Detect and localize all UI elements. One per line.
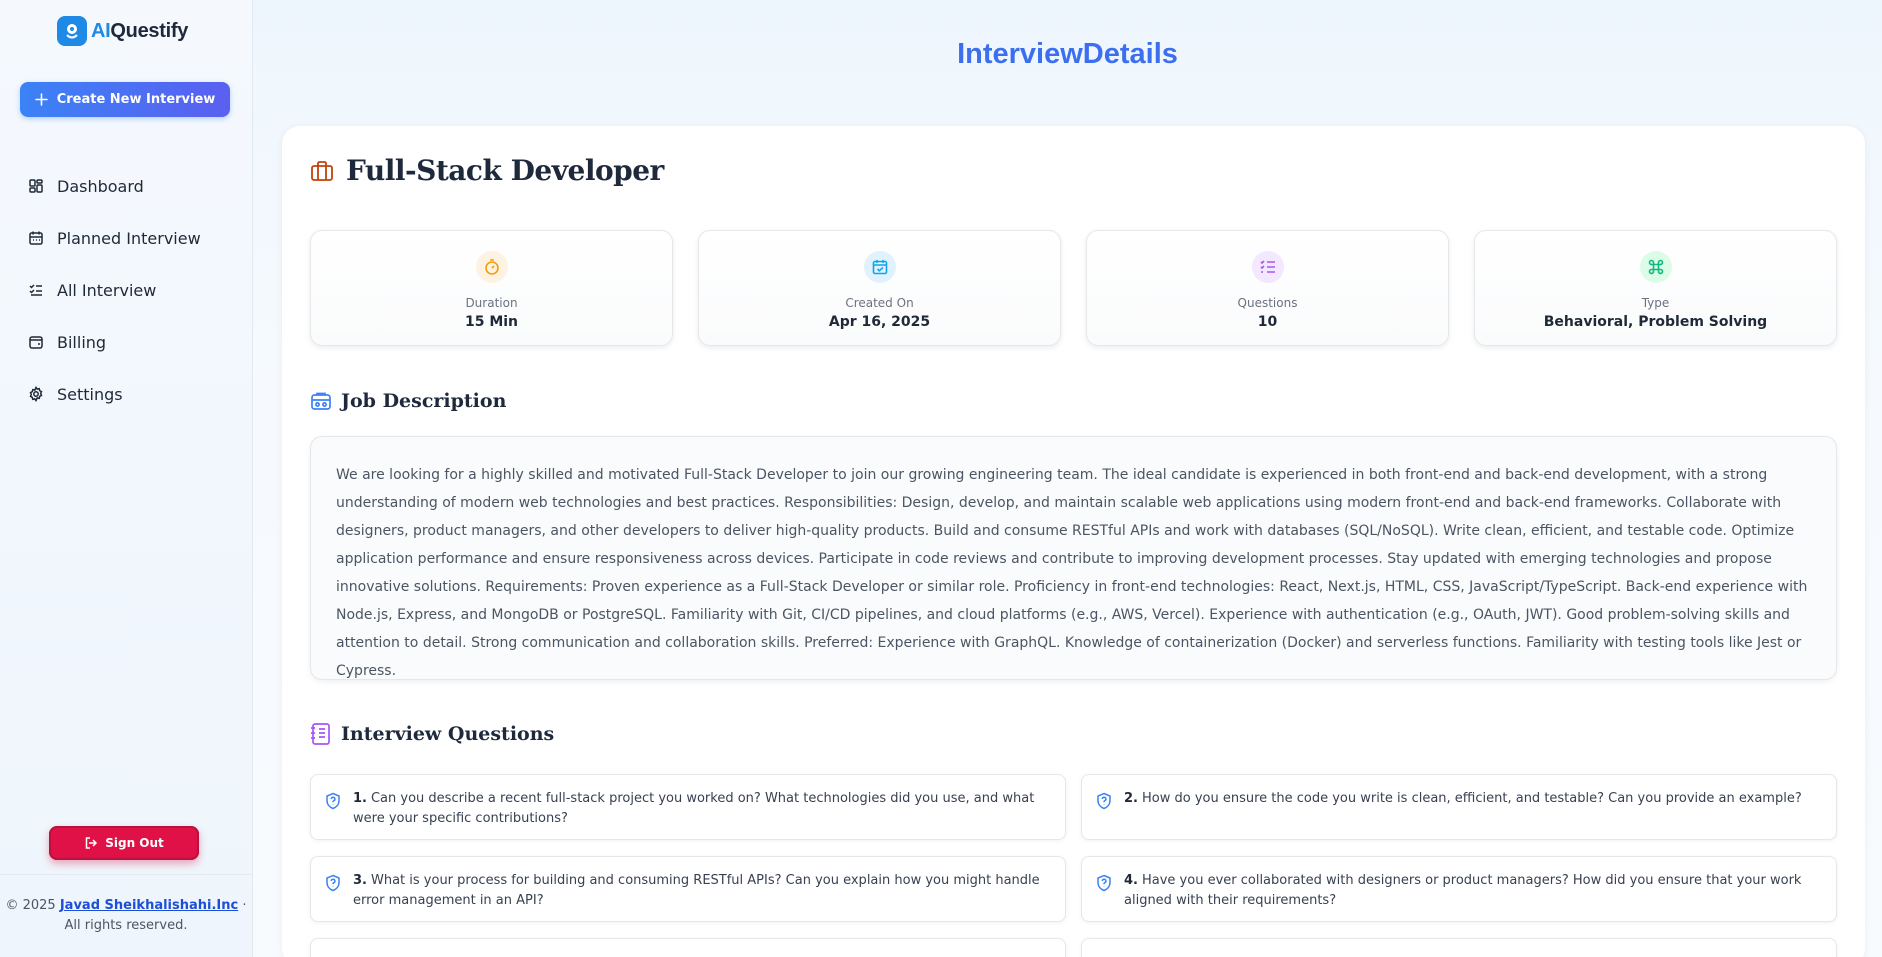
question-card[interactable]: 2. How do you ensure the code you write i…	[1081, 774, 1837, 840]
sidebar-item-dashboard[interactable]: Dashboard	[28, 160, 201, 212]
stat-value: Apr 16, 2025	[828, 314, 931, 330]
notebook-icon	[311, 723, 330, 745]
question-text: 3. What is your process for building and …	[353, 873, 1040, 908]
briefcase-icon	[311, 160, 333, 181]
question-text: 2. How do you ensure the code you write i…	[1124, 791, 1802, 806]
wallet-icon	[29, 336, 43, 349]
stat-duration: Duration 15 Min	[310, 230, 673, 346]
stat-value: Behavioral, Problem Solving	[1543, 314, 1768, 330]
role-title: Full-Stack Developer	[346, 154, 664, 187]
stat-label: Created On	[845, 296, 914, 310]
gear-icon	[29, 386, 43, 402]
question-card[interactable]: 4. Have you ever collaborated with design…	[1081, 856, 1837, 922]
timer-icon	[475, 251, 508, 283]
question-text: 1. Can you describe a recent full-stack p…	[353, 791, 1035, 826]
questions-grid: 1. Can you describe a recent full-stack p…	[310, 774, 1837, 957]
sidebar-item-label: Billing	[57, 332, 107, 352]
job-description-icon	[311, 392, 331, 410]
question-card[interactable]: 3. What is your process for building and …	[310, 856, 1066, 922]
role-header: Full-Stack Developer	[310, 154, 664, 187]
calendar-check-icon	[863, 251, 896, 283]
list-check-icon	[29, 284, 42, 296]
interview-questions-header: Interview Questions	[310, 722, 554, 746]
company-link[interactable]: Javad Sheikhalishahi.Inc	[60, 898, 238, 913]
sidebar: AIQuestify Create New Interview Dashboar…	[0, 0, 253, 957]
list-icon	[1251, 251, 1284, 283]
job-description-header: Job Description	[310, 390, 506, 412]
sidebar-item-billing[interactable]: Billing	[28, 316, 201, 368]
stat-label: Questions	[1237, 296, 1298, 310]
question-card-partial[interactable]	[1081, 938, 1837, 957]
plus-icon	[34, 93, 48, 106]
stat-label: Duration	[465, 296, 518, 310]
question-card[interactable]: 1. Can you describe a recent full-stack p…	[310, 774, 1066, 840]
command-icon	[1639, 251, 1672, 283]
sign-out-label: Sign Out	[105, 836, 164, 850]
rights-text: All rights reserved.	[64, 918, 188, 933]
sidebar-nav: Dashboard Planned Interview All Intervie…	[28, 160, 201, 420]
copyright: © 2025 Javad Sheikhalishahi.Inc · All ri…	[0, 896, 252, 936]
dashboard-icon	[29, 179, 43, 193]
question-card-partial[interactable]	[310, 938, 1066, 957]
logout-icon	[85, 837, 98, 849]
stat-label: Type	[1641, 296, 1670, 310]
job-description-heading: Job Description	[341, 390, 507, 412]
sign-out-button[interactable]: Sign Out	[49, 826, 199, 860]
sidebar-item-all-interview[interactable]: All Interview	[28, 264, 201, 316]
stats-row: Duration 15 Min Created On Apr 16, 2025 …	[310, 230, 1837, 346]
stat-created-on: Created On Apr 16, 2025	[698, 230, 1061, 346]
stat-value: 10	[1257, 314, 1278, 330]
shield-question-icon	[1097, 874, 1111, 892]
shield-question-icon	[326, 874, 340, 892]
shield-question-icon	[1097, 792, 1111, 810]
question-text: 4. Have you ever collaborated with design…	[1124, 873, 1802, 908]
shield-question-icon	[326, 792, 340, 810]
interview-questions-heading: Interview Questions	[341, 723, 555, 745]
interview-details-card: Full-Stack Developer Duration 15 Min Cre…	[282, 126, 1865, 957]
page-title: InterviewDetails	[957, 38, 1178, 70]
brand-logo[interactable]: AIQuestify	[57, 16, 188, 46]
calendar-icon	[29, 231, 43, 245]
sidebar-item-settings[interactable]: Settings	[28, 368, 201, 420]
brand-name: AIQuestify	[91, 19, 189, 42]
job-description-text: We are looking for a highly skilled and …	[310, 436, 1837, 680]
sidebar-item-label: Dashboard	[57, 176, 144, 196]
sidebar-item-planned-interview[interactable]: Planned Interview	[28, 212, 201, 264]
sidebar-item-label: All Interview	[57, 280, 157, 300]
logo-icon	[57, 16, 87, 46]
create-new-interview-button[interactable]: Create New Interview	[20, 82, 230, 117]
stat-value: 15 Min	[464, 314, 519, 330]
sidebar-divider	[0, 874, 252, 875]
sidebar-item-label: Planned Interview	[57, 228, 201, 248]
stat-type: Type Behavioral, Problem Solving	[1474, 230, 1837, 346]
sidebar-item-label: Settings	[57, 384, 123, 404]
create-new-interview-label: Create New Interview	[56, 92, 216, 107]
stat-questions: Questions 10	[1086, 230, 1449, 346]
